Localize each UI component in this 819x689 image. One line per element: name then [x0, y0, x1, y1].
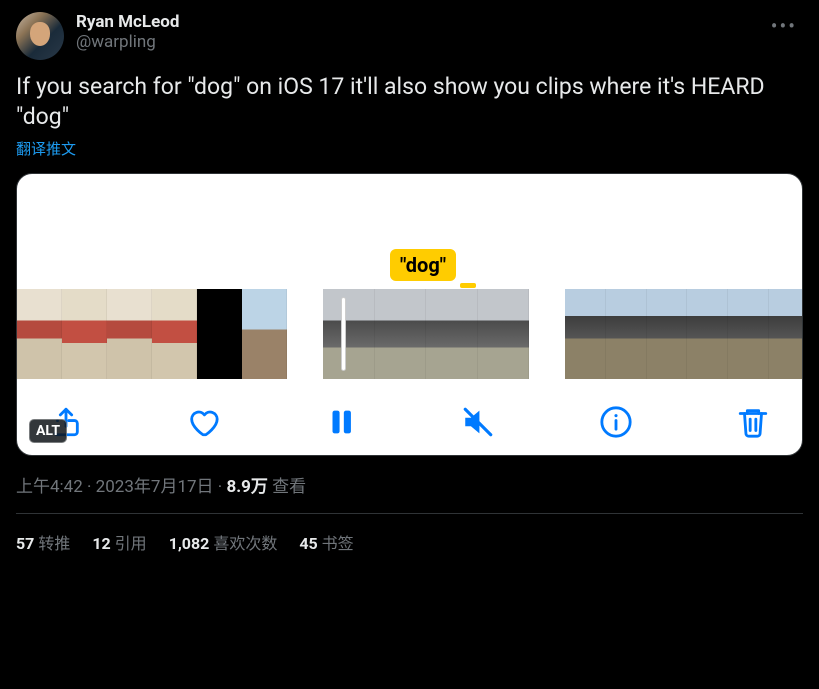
timeline-thumb: [647, 289, 688, 379]
timeline-thumb: [62, 289, 107, 379]
timeline-thumb: [426, 289, 478, 379]
views-label: 查看: [272, 477, 306, 497]
timeline-thumb: [17, 289, 62, 379]
mute-icon[interactable]: [461, 405, 495, 439]
timeline-thumb: [242, 289, 287, 379]
stat-number: 45: [299, 534, 317, 553]
stat-label: 转推: [38, 534, 70, 553]
clip-group: [17, 289, 287, 379]
timeline-thumb: [323, 289, 375, 379]
timeline-thumb: [197, 289, 242, 379]
timeline-thumb: [478, 289, 530, 379]
alt-badge[interactable]: ALT: [29, 419, 67, 443]
post-date[interactable]: 2023年7月17日: [96, 477, 214, 497]
scrubber-handle[interactable]: [341, 297, 346, 371]
timeline-thumb: [565, 289, 606, 379]
stat-retweets[interactable]: 57 转推: [16, 530, 70, 554]
stat-number: 1,082: [169, 534, 210, 553]
stat-number: 12: [92, 534, 110, 553]
timeline-thumb: [606, 289, 647, 379]
heart-icon[interactable]: [186, 405, 220, 439]
media-top-area: "dog": [17, 174, 802, 289]
handle: @warpling: [76, 32, 765, 52]
media-card[interactable]: "dog": [16, 173, 803, 456]
more-icon[interactable]: •••: [765, 12, 803, 40]
video-timeline[interactable]: [17, 289, 802, 379]
timestamp-row: 上午4:42 · 2023年7月17日 · 8.9万 查看: [16, 472, 803, 514]
timeline-thumb: [769, 289, 802, 379]
caption-chip: "dog": [390, 249, 456, 281]
media-toolbar: [17, 379, 802, 439]
pause-icon[interactable]: [324, 405, 358, 439]
trash-icon[interactable]: [736, 405, 770, 439]
timeline-thumb: [687, 289, 728, 379]
stat-quotes[interactable]: 12 引用: [92, 530, 146, 554]
timeline-thumb: [152, 289, 197, 379]
timeline-thumb: [375, 289, 427, 379]
tweet-card: Ryan McLeod @warpling ••• If you search …: [0, 0, 819, 558]
timeline-thumb: [107, 289, 152, 379]
stat-label: 书签: [322, 534, 354, 553]
clip-group: [565, 289, 802, 379]
translate-link[interactable]: 翻译推文: [16, 138, 76, 159]
author-block[interactable]: Ryan McLeod @warpling: [76, 12, 765, 52]
tweet-text: If you search for "dog" on iOS 17 it'll …: [16, 72, 803, 132]
post-time[interactable]: 上午4:42: [16, 477, 83, 497]
caption-marker: [460, 283, 476, 288]
stat-likes[interactable]: 1,082 喜欢次数: [169, 530, 278, 554]
views-number: 8.9万: [226, 477, 267, 497]
stats-row: 57 转推 12 引用 1,082 喜欢次数 45 书签: [16, 514, 803, 554]
avatar[interactable]: [16, 12, 64, 60]
stat-bookmarks[interactable]: 45 书签: [299, 530, 353, 554]
stat-label: 引用: [115, 534, 147, 553]
timeline-thumb: [728, 289, 769, 379]
stat-label: 喜欢次数: [213, 534, 277, 553]
stat-number: 57: [16, 534, 34, 553]
display-name: Ryan McLeod: [76, 12, 765, 32]
tweet-header: Ryan McLeod @warpling •••: [16, 12, 803, 60]
info-icon[interactable]: [599, 405, 633, 439]
clip-group: [323, 289, 529, 379]
